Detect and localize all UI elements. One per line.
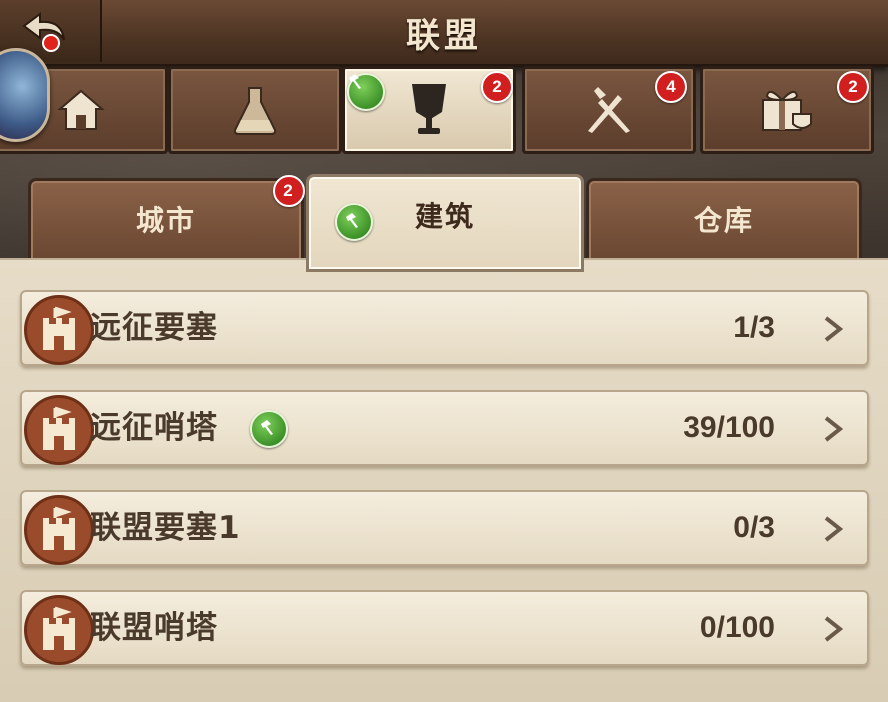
building-name: 远征要塞 bbox=[90, 310, 218, 346]
gift-icon bbox=[762, 90, 812, 131]
avatar[interactable] bbox=[0, 48, 50, 142]
badge-count: 2 bbox=[481, 71, 513, 103]
building-name: 联盟要塞1 bbox=[90, 510, 241, 546]
castle-icon bbox=[24, 595, 94, 665]
hammer-icon bbox=[347, 73, 385, 111]
hammer-icon bbox=[335, 203, 373, 241]
list-item[interactable]: 联盟要塞1 0/3 bbox=[20, 490, 869, 566]
tab-label: 城市 bbox=[135, 204, 196, 237]
tab-research[interactable] bbox=[168, 66, 342, 154]
chevron-right-icon bbox=[824, 416, 843, 442]
badge-count: 2 bbox=[837, 71, 869, 103]
trophy-banner-icon bbox=[412, 84, 446, 134]
tab-label: 建筑 bbox=[414, 200, 475, 233]
castle-icon bbox=[24, 295, 94, 365]
building-count: 0/100 bbox=[699, 611, 775, 644]
list-item[interactable]: 联盟哨塔 0/100 bbox=[20, 590, 869, 666]
building-name: 联盟哨塔 bbox=[90, 610, 218, 646]
building-count: 0/3 bbox=[733, 511, 775, 544]
list-item[interactable]: 远征要塞 1/3 bbox=[20, 290, 869, 366]
badge-count: 4 bbox=[655, 71, 687, 103]
badge-count: 2 bbox=[273, 175, 305, 207]
list-item[interactable]: 远征哨塔 39/100 bbox=[20, 390, 869, 466]
hammer-icon bbox=[250, 410, 288, 448]
building-count: 39/100 bbox=[683, 411, 775, 444]
flask-icon bbox=[233, 87, 277, 135]
chevron-right-icon bbox=[824, 616, 843, 642]
castle-icon bbox=[24, 495, 94, 565]
tab-battle[interactable]: 4 bbox=[522, 66, 696, 154]
tab-city[interactable]: 城市 2 bbox=[28, 175, 305, 264]
tab-alliance-war[interactable]: 2 bbox=[342, 66, 516, 154]
castle-icon bbox=[24, 395, 94, 465]
tab-label: 仓库 bbox=[693, 204, 754, 237]
page-title: 联盟 bbox=[406, 16, 482, 56]
chevron-right-icon bbox=[824, 316, 843, 342]
chevron-right-icon bbox=[824, 516, 843, 542]
building-list: 远征要塞 1/3 远征哨塔 39/100 联盟要塞1 0/3 联盟哨塔 0/10… bbox=[0, 258, 888, 702]
tab-buildings[interactable]: 建筑 bbox=[306, 174, 584, 272]
tab-warehouse[interactable]: 仓库 bbox=[586, 178, 862, 264]
tab-gifts[interactable]: 2 bbox=[700, 66, 874, 154]
title-bar: 联盟 bbox=[0, 0, 888, 67]
home-icon bbox=[57, 89, 105, 130]
building-name: 远征哨塔 bbox=[90, 410, 218, 446]
crossed-weapons-icon bbox=[588, 87, 630, 133]
building-count: 1/3 bbox=[733, 311, 775, 344]
